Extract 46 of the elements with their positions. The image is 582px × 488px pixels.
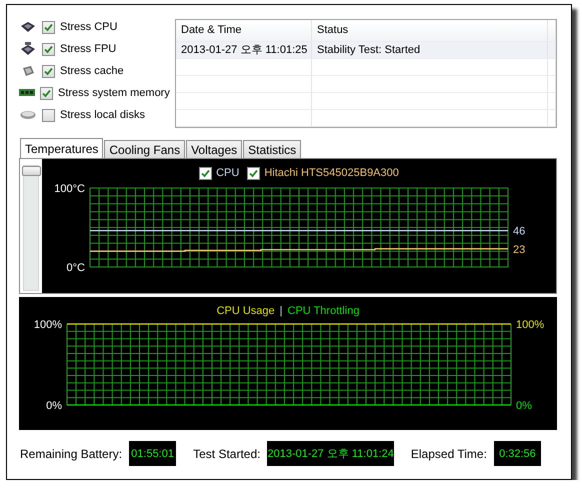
- value-label: 0%: [516, 400, 532, 412]
- status-value: 01:55:01: [129, 441, 176, 466]
- option-label: Stress cache: [60, 65, 124, 77]
- value-label: 46: [513, 226, 526, 238]
- tab[interactable]: Cooling Fans: [104, 140, 186, 158]
- option-label: Stress FPU: [60, 43, 116, 55]
- legend-label: CPU Usage: [216, 305, 275, 317]
- checkbox[interactable]: [42, 64, 55, 78]
- legend-label: Hitachi HTS545025B9A300: [264, 167, 399, 179]
- option-label: Stress system memory: [58, 87, 170, 99]
- tab[interactable]: Statistics: [243, 140, 302, 158]
- table-cell-text: Stability Test: Started: [316, 44, 420, 56]
- chip-icon: [20, 21, 36, 33]
- separator: |: [280, 305, 282, 317]
- axis-label: 100%: [33, 319, 62, 331]
- status-value: 2013-01-27 오후 11:01:24: [267, 441, 394, 466]
- memory-icon: [19, 88, 35, 98]
- legend-label: CPU Throttling: [288, 305, 360, 317]
- disk-icon: [20, 110, 36, 120]
- value-label: 100%: [516, 319, 544, 331]
- tab[interactable]: Voltages: [186, 140, 242, 158]
- axis-label: 0%: [46, 400, 62, 412]
- checkbox[interactable]: [42, 42, 55, 56]
- checkbox[interactable]: [40, 86, 53, 100]
- status-label: Elapsed Time:: [410, 446, 487, 460]
- legend-label: CPU: [216, 167, 240, 179]
- checkbox[interactable]: [42, 20, 55, 34]
- option-label: Stress CPU: [60, 21, 118, 33]
- status-value: 0:32:56: [494, 441, 541, 466]
- column-header[interactable]: Status: [312, 20, 548, 41]
- tab[interactable]: Temperatures: [20, 138, 104, 158]
- axis-label: 0°C: [66, 262, 85, 274]
- value-label: 23: [513, 244, 526, 256]
- slider-thumb[interactable]: [22, 166, 41, 176]
- chip-icon: [20, 65, 36, 77]
- slider-track[interactable]: [23, 165, 39, 291]
- status-label: Remaining Battery:: [20, 446, 122, 460]
- option-label: Stress local disks: [60, 109, 145, 121]
- checkbox[interactable]: [42, 108, 55, 122]
- checkbox[interactable]: [247, 166, 260, 180]
- status-label: Test Started:: [193, 446, 260, 460]
- table-cell-text: 2013-01-27 오후 11:01:25: [180, 43, 308, 58]
- chip-icon: [20, 42, 36, 56]
- column-header[interactable]: Date & Time: [176, 20, 312, 41]
- axis-label: 100°C: [54, 183, 85, 195]
- checkbox[interactable]: [199, 166, 212, 180]
